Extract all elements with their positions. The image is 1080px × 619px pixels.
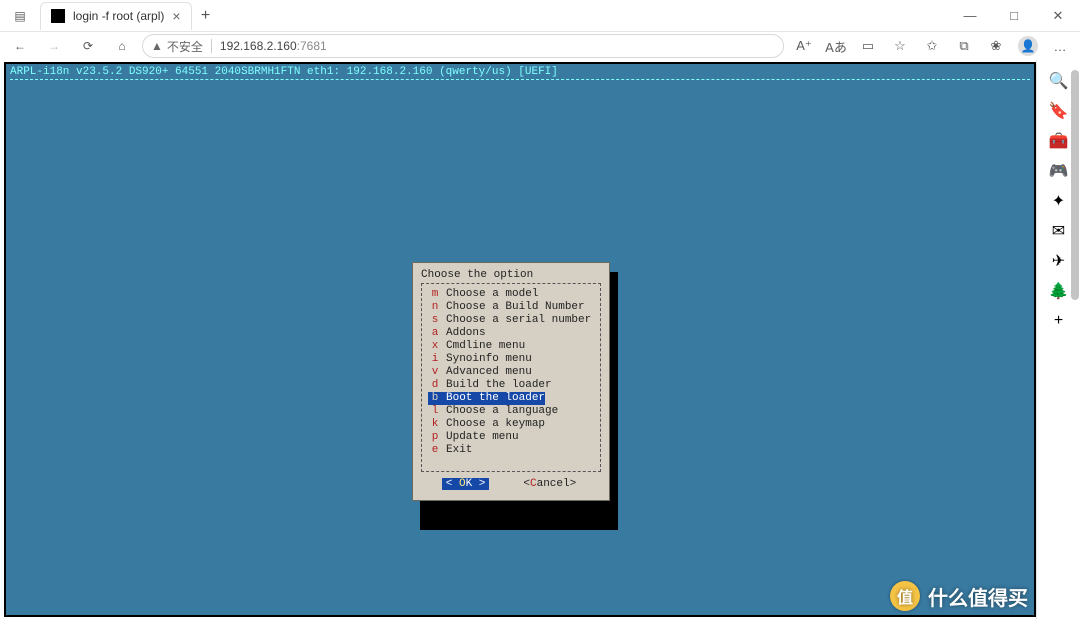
menu-item-key: n xyxy=(428,301,442,314)
tree-icon[interactable]: 🌲 xyxy=(1044,276,1074,306)
window-titlebar: ▤ login -f root (arpl) × + — □ ✕ xyxy=(0,0,1080,32)
menu-item[interactable]: iSynoinfo menu xyxy=(428,353,594,366)
terminal-viewport[interactable]: ARPL-i18n v23.5.2 DS920+ 64551 2040SBRMH… xyxy=(4,62,1036,617)
tab-close-icon[interactable]: × xyxy=(172,8,180,24)
menu-item[interactable]: mChoose a model xyxy=(428,288,594,301)
tag-icon[interactable]: 🔖 xyxy=(1044,96,1074,126)
menu-item[interactable]: kChoose a keymap xyxy=(428,418,594,431)
menu-item-label: Choose a serial number xyxy=(442,314,591,327)
favorites-bar-icon[interactable]: ✩ xyxy=(918,32,946,60)
home-button[interactable]: ⌂ xyxy=(108,32,136,60)
menu-item-label: Build the loader xyxy=(442,379,552,392)
menu-item-label: Update menu xyxy=(442,431,519,444)
terminal-divider xyxy=(10,79,1030,80)
profile-avatar[interactable]: 👤 xyxy=(1014,32,1042,60)
menu-item-label: Cmdline menu xyxy=(442,340,525,353)
menu-item[interactable]: nChoose a Build Number xyxy=(428,301,594,314)
menu-item-label: Synoinfo menu xyxy=(442,353,532,366)
menu-item-label: Choose a Build Number xyxy=(442,301,585,314)
watermark-badge: 值 xyxy=(890,581,920,611)
menu-item-key: l xyxy=(428,405,442,418)
ok-button[interactable]: < OK > xyxy=(442,478,490,490)
refresh-button[interactable]: ⟳ xyxy=(74,32,102,60)
translate-icon[interactable]: Aあ xyxy=(822,32,850,60)
url-text: 192.168.2.160:7681 xyxy=(220,39,327,53)
edge-side-rail: 🔍🔖🧰🎮✦✉✈🌲+ xyxy=(1036,60,1080,619)
window-close-button[interactable]: ✕ xyxy=(1036,0,1080,32)
back-button[interactable]: ← xyxy=(6,32,34,60)
add-icon[interactable]: + xyxy=(1044,306,1074,336)
menu-item[interactable]: dBuild the loader xyxy=(428,379,594,392)
minimize-button[interactable]: — xyxy=(948,0,992,32)
menu-item[interactable]: lChoose a language xyxy=(428,405,594,418)
option-dialog: Choose the option mChoose a modelnChoose… xyxy=(412,262,610,501)
menu-item-key: s xyxy=(428,314,442,327)
watermark: 值 什么值得买 xyxy=(890,581,1028,611)
menu-item-key: b xyxy=(428,392,442,405)
new-tab-button[interactable]: + xyxy=(192,7,220,25)
forward-button[interactable]: → xyxy=(40,32,68,60)
url-input[interactable]: ▲ 不安全 192.168.2.160:7681 xyxy=(142,34,784,58)
site-security-warning: ▲ 不安全 xyxy=(151,38,203,55)
scrollbar-thumb[interactable] xyxy=(1071,70,1079,300)
menu-item-label: Exit xyxy=(442,444,472,457)
browser-tab[interactable]: login -f root (arpl) × xyxy=(40,2,192,30)
more-menu-button[interactable]: … xyxy=(1046,32,1074,60)
menu-item[interactable]: bBoot the loader xyxy=(428,392,594,405)
menu-item[interactable]: aAddons xyxy=(428,327,594,340)
tab-favicon xyxy=(51,9,65,23)
dialog-menu: mChoose a modelnChoose a Build NumbersCh… xyxy=(421,283,601,472)
menu-item[interactable]: xCmdline menu xyxy=(428,340,594,353)
menu-item-label: Choose a keymap xyxy=(442,418,545,431)
menu-item-label: Choose a language xyxy=(442,405,558,418)
menu-item[interactable]: sChoose a serial number xyxy=(428,314,594,327)
read-aloud-icon[interactable]: A⁺ xyxy=(790,32,818,60)
menu-item-label: Boot the loader xyxy=(442,392,545,405)
watermark-text: 什么值得买 xyxy=(928,582,1028,611)
terminal-header-line: ARPL-i18n v23.5.2 DS920+ 64551 2040SBRMH… xyxy=(6,64,1034,78)
tab-title: login -f root (arpl) xyxy=(73,9,164,23)
menu-item-key: a xyxy=(428,327,442,340)
maximize-button[interactable]: □ xyxy=(992,0,1036,32)
separator xyxy=(211,39,212,53)
menu-item-key: e xyxy=(428,444,442,457)
menu-item-key: k xyxy=(428,418,442,431)
cancel-button[interactable]: <Cancel> xyxy=(519,478,580,490)
menu-item-key: d xyxy=(428,379,442,392)
send-icon[interactable]: ✈ xyxy=(1044,246,1074,276)
menu-item-label: Addons xyxy=(442,327,486,340)
shopping-icon[interactable]: 🧰 xyxy=(1044,126,1074,156)
menu-item-key: i xyxy=(428,353,442,366)
menu-item-key: p xyxy=(428,431,442,444)
collections-icon[interactable]: ⧉ xyxy=(950,32,978,60)
menu-item-key: x xyxy=(428,340,442,353)
menu-item[interactable]: pUpdate menu xyxy=(428,431,594,444)
menu-item-key: m xyxy=(428,288,442,301)
extensions-icon[interactable]: ❀ xyxy=(982,32,1010,60)
menu-item-label: Choose a model xyxy=(442,288,538,301)
menu-item[interactable]: eExit xyxy=(428,444,594,457)
warning-icon: ▲ xyxy=(151,39,163,53)
copilot-icon[interactable]: ✦ xyxy=(1044,186,1074,216)
tab-actions-icon[interactable]: ▤ xyxy=(4,0,36,32)
people-icon[interactable]: 🎮 xyxy=(1044,156,1074,186)
outlook-icon[interactable]: ✉ xyxy=(1044,216,1074,246)
dialog-title: Choose the option xyxy=(421,269,601,281)
address-bar: ← → ⟳ ⌂ ▲ 不安全 192.168.2.160:7681 A⁺ Aあ ▭… xyxy=(0,32,1080,60)
side-scrollbar[interactable] xyxy=(1071,60,1079,619)
reader-icon[interactable]: ▭ xyxy=(854,32,882,60)
insecure-label: 不安全 xyxy=(167,38,203,55)
menu-item-key: v xyxy=(428,366,442,379)
menu-item[interactable]: vAdvanced menu xyxy=(428,366,594,379)
favorite-icon[interactable]: ☆ xyxy=(886,32,914,60)
menu-item-label: Advanced menu xyxy=(442,366,532,379)
search-icon[interactable]: 🔍 xyxy=(1044,66,1074,96)
